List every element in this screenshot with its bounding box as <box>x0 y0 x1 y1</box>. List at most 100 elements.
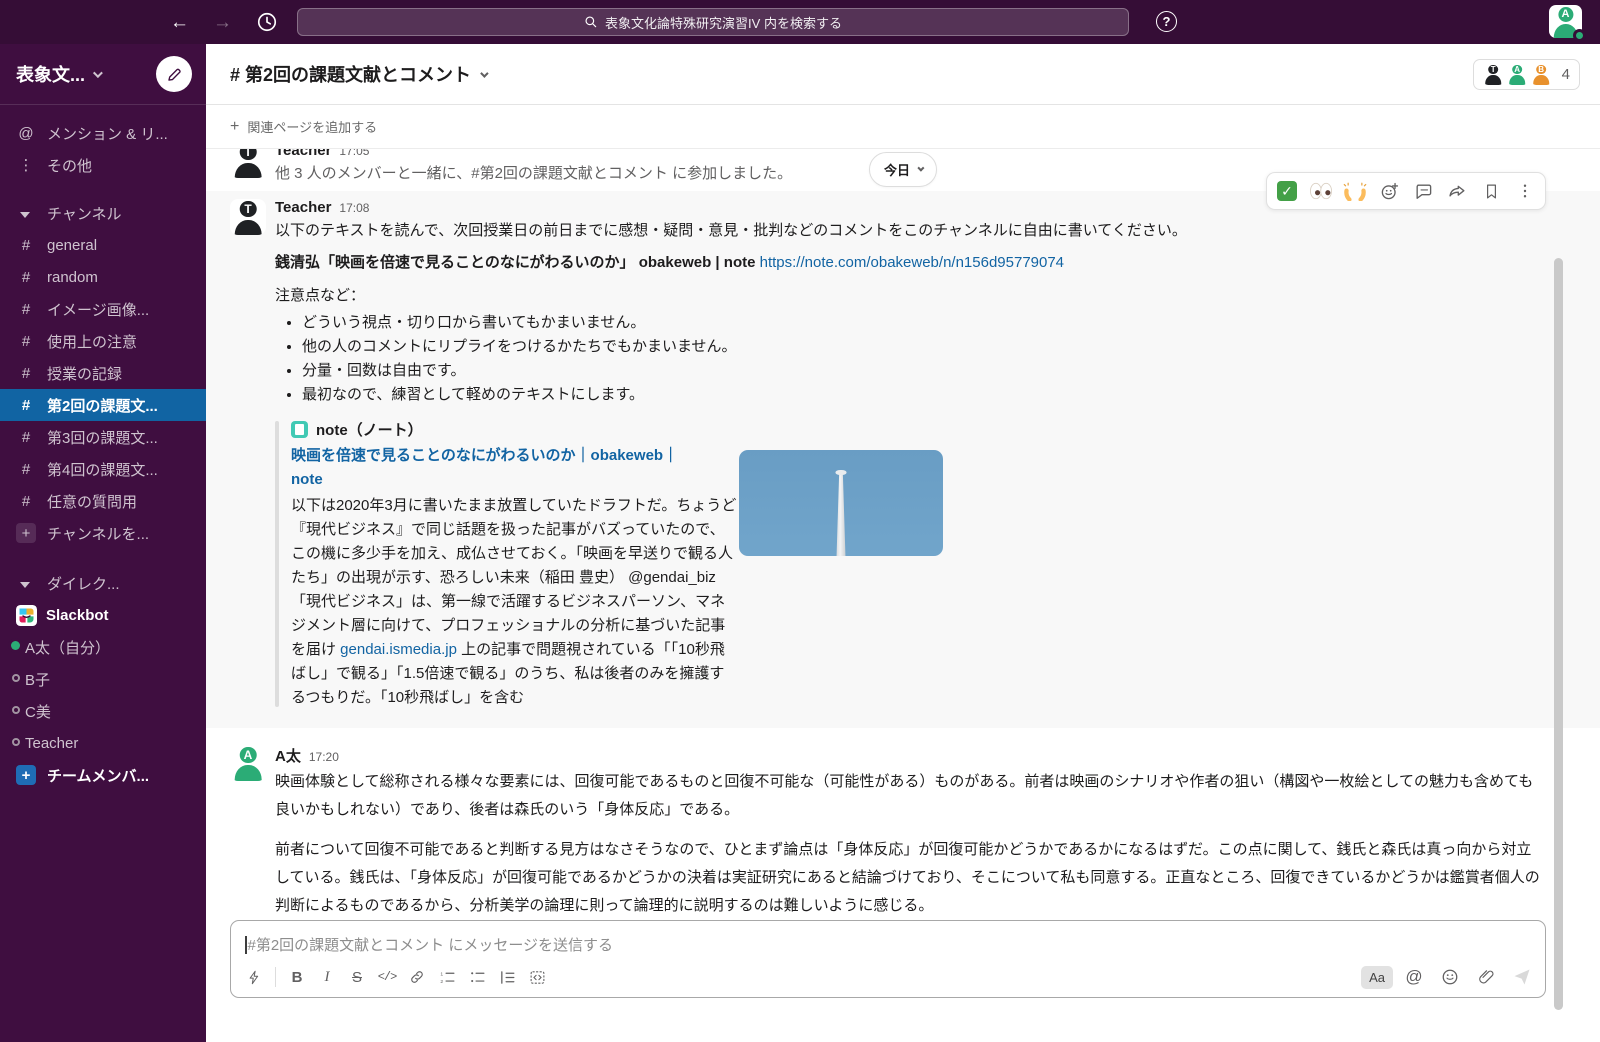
history-clock-icon[interactable] <box>256 11 278 33</box>
dm-ata-self[interactable]: A A太（自分） <box>0 631 206 663</box>
chevron-down-icon <box>917 165 924 172</box>
link-icon[interactable] <box>402 963 432 991</box>
unfurl-site-row: note（ノート） <box>291 418 975 442</box>
send-button[interactable] <box>1507 963 1537 991</box>
emoji-icon[interactable] <box>1435 963 1465 991</box>
canvas-tabs-bar: + 関連ページを追加する <box>206 105 1600 149</box>
message-avatar[interactable]: T <box>230 199 266 235</box>
message-list: 今日 T Teacher 17:05 他 3 人のメンバーと一緒に、#第2回の課… <box>206 149 1600 915</box>
bold-icon[interactable]: B <box>282 963 312 991</box>
eyes-emoji[interactable] <box>1305 176 1337 206</box>
reference-url-link[interactable]: https://note.com/obakeweb/n/n156d9577907… <box>760 254 1064 271</box>
formatting-toggle[interactable]: Aa <box>1361 966 1393 989</box>
bookmark-icon[interactable] <box>1475 176 1507 206</box>
search-bar[interactable]: 表象文化論特殊研究演習IV 内を検索する <box>297 8 1129 36</box>
message-avatar[interactable]: T <box>230 149 266 178</box>
bullet-item: どういう視点・切り口から書いてもかまいません。 <box>302 311 1546 335</box>
channel-header: # 第2回の課題文献とコメント T A B 4 <box>206 44 1600 105</box>
strikethrough-icon[interactable]: S <box>342 963 372 991</box>
white-check-mark-emoji[interactable]: ✓ <box>1271 176 1303 206</box>
sender-name[interactable]: A太 <box>275 745 301 766</box>
presence-offline-dot <box>12 706 20 714</box>
link-preview-card: note（ノート） 映画を倍速で見ることのなにがわるいのか｜obakeweb｜n… <box>275 418 975 710</box>
sender-name[interactable]: Teacher <box>275 149 331 159</box>
plus-icon: + <box>16 765 36 785</box>
dm-slackbot[interactable]: Slackbot <box>0 599 206 631</box>
shortcuts-lightning-icon[interactable] <box>239 963 269 991</box>
sidebar-item-more[interactable]: ⋮ その他 <box>0 149 206 181</box>
code-icon[interactable]: </> <box>372 963 402 991</box>
member-avatar: B <box>1531 64 1552 85</box>
dm-bko[interactable]: B B子 <box>0 663 206 695</box>
composer-toolbar: B I S </> 12 <box>231 961 1545 997</box>
mention-icon[interactable]: @ <box>1399 963 1429 991</box>
back-arrow-icon[interactable]: ← <box>170 13 189 32</box>
avatar-letter: A <box>1558 7 1573 22</box>
add-channel-button[interactable]: + チャンネルを... <box>0 517 206 549</box>
hash-icon: # <box>16 397 36 414</box>
share-icon[interactable] <box>1441 176 1473 206</box>
tower-photo <box>834 472 849 556</box>
thread-reply-icon[interactable] <box>1407 176 1439 206</box>
attach-paperclip-icon[interactable] <box>1471 963 1501 991</box>
user-avatar[interactable]: A <box>1549 5 1582 38</box>
invite-members-button[interactable]: + チームメンバ... <box>0 759 206 791</box>
sidebar-channel-session3[interactable]: #第3回の課題文... <box>0 421 206 453</box>
blockquote-icon[interactable] <box>492 963 522 991</box>
timestamp[interactable]: 17:08 <box>339 201 369 215</box>
forward-arrow-icon[interactable]: → <box>213 13 232 32</box>
plus-icon: + <box>16 523 36 543</box>
more-actions-icon[interactable] <box>1509 176 1541 206</box>
slack-window: ← → 表象文化論特殊研究演習IV 内を検索する ? A 表象文... <box>0 0 1600 1042</box>
dm-teacher[interactable]: T Teacher <box>0 727 206 759</box>
chevron-down-icon <box>93 65 100 83</box>
reference-line: 銭清弘「映画を倍速で見ることのなにがわるいのか」 obakeweb | note… <box>275 250 1546 276</box>
notes-label: 注意点など： <box>275 283 1546 309</box>
unfurl-thumbnail-image[interactable] <box>739 450 943 556</box>
code-block-icon[interactable] <box>522 963 552 991</box>
bullet-item: 分量・回数は自由です。 <box>302 359 1546 383</box>
member-count-button[interactable]: T A B 4 <box>1473 59 1580 90</box>
hash-icon: # <box>16 269 36 286</box>
timestamp[interactable]: 17:20 <box>309 750 339 764</box>
timestamp[interactable]: 17:05 <box>339 149 369 158</box>
unfurl-title-link[interactable]: 映画を倍速で見ることのなにがわるいのか｜obakeweb｜note <box>291 444 697 492</box>
vertical-dots-icon: ⋮ <box>16 156 36 174</box>
sidebar: 表象文... @ メンション & リ... ⋮ その他 チャン <box>0 44 206 1042</box>
sidebar-channel-general[interactable]: #general <box>0 229 206 261</box>
message-avatar[interactable]: A <box>230 745 266 781</box>
ordered-list-icon[interactable]: 12 <box>432 963 462 991</box>
sidebar-channel-session4[interactable]: #第4回の課題文... <box>0 453 206 485</box>
unfurl-description: 以下は2020年3月に書いたまま放置していたドラフトだ。ちょうど『現代ビジネス』… <box>291 494 738 710</box>
sender-name[interactable]: Teacher <box>275 199 331 216</box>
raised-hands-emoji[interactable] <box>1339 176 1371 206</box>
main-pane: # 第2回の課題文献とコメント T A B 4 + 関連ページを追加する 今日 <box>206 44 1600 1042</box>
slackbot-icon <box>16 605 37 626</box>
add-reaction-icon[interactable] <box>1373 176 1405 206</box>
dm-cmi[interactable]: C C美 <box>0 695 206 727</box>
dm-section-header[interactable]: ダイレク... <box>0 567 206 599</box>
workspace-name[interactable]: 表象文... <box>16 61 85 87</box>
channel-title[interactable]: # 第2回の課題文献とコメント <box>230 61 471 87</box>
add-pages-tab[interactable]: 関連ページを追加する <box>247 117 377 136</box>
unfurl-site-name: note（ノート） <box>316 419 423 440</box>
unfurl-inline-link[interactable]: gendai.ismedia.jp <box>340 641 457 658</box>
workspace-header: 表象文... <box>0 44 206 105</box>
text-caret <box>245 936 247 954</box>
sidebar-channel-random[interactable]: #random <box>0 261 206 293</box>
sidebar-channel-images[interactable]: #イメージ画像... <box>0 293 206 325</box>
plus-icon: + <box>230 118 239 136</box>
sidebar-channel-session2-selected[interactable]: #第2回の課題文... <box>0 389 206 421</box>
sidebar-item-mentions[interactable]: @ メンション & リ... <box>0 117 206 149</box>
date-divider-pill[interactable]: 今日 <box>869 152 937 187</box>
compose-button[interactable] <box>156 56 192 92</box>
message-input[interactable]: #第2回の課題文献とコメント にメッセージを送信する <box>231 921 1545 961</box>
sidebar-channel-questions[interactable]: #任意の質問用 <box>0 485 206 517</box>
italic-icon[interactable]: I <box>312 963 342 991</box>
vertical-scrollbar[interactable] <box>1554 258 1563 1010</box>
channels-section-header[interactable]: チャンネル <box>0 197 206 229</box>
sidebar-channel-class-records[interactable]: #授業の記録 <box>0 357 206 389</box>
bulleted-list-icon[interactable] <box>462 963 492 991</box>
sidebar-channel-usage-notes[interactable]: #使用上の注意 <box>0 325 206 357</box>
help-icon[interactable]: ? <box>1156 11 1177 32</box>
